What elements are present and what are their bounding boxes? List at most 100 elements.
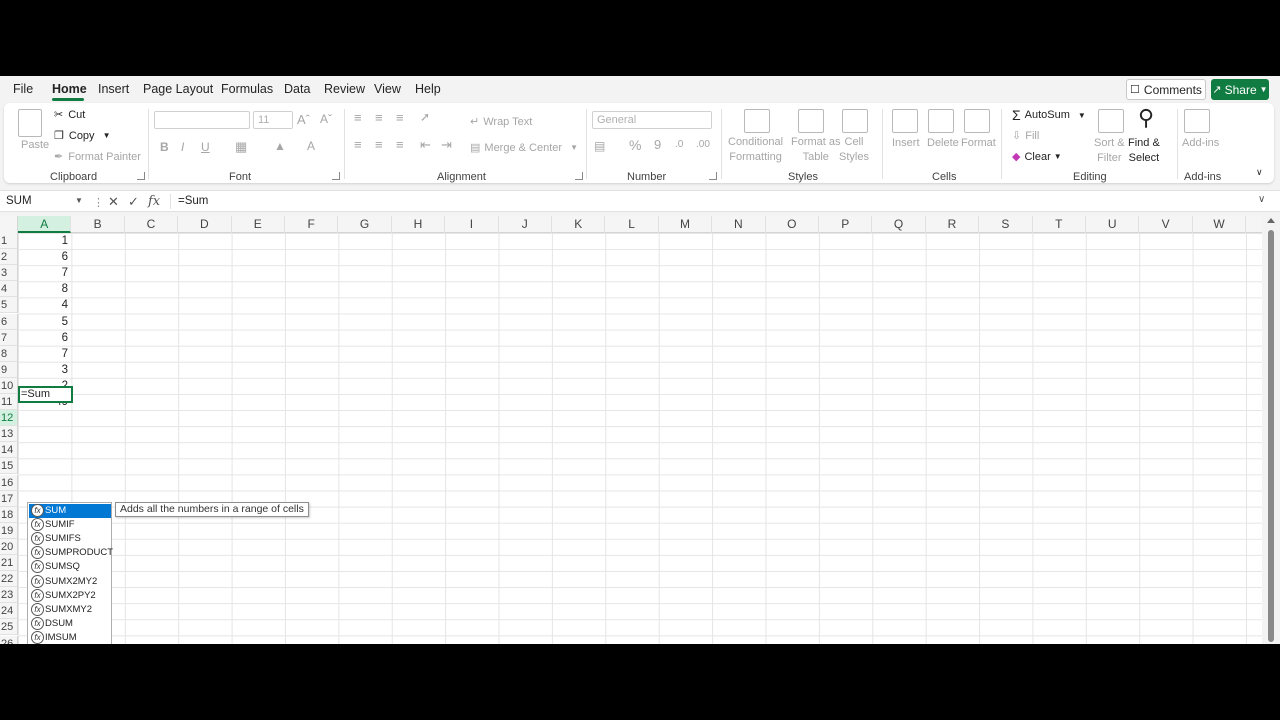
copy-button[interactable]: ❐ Copy ▼ <box>54 129 110 143</box>
decrease-font-icon[interactable]: Aˇ <box>320 112 332 126</box>
row-header-12[interactable]: 12 <box>0 410 18 427</box>
format-cells-button[interactable]: Format <box>961 137 996 149</box>
font-name-dropdown[interactable] <box>154 111 250 129</box>
align-right-icon[interactable]: ≡ <box>396 137 404 152</box>
row-header-14[interactable]: 14 <box>0 442 18 459</box>
cut-button[interactable]: ✂ Cut <box>54 108 85 122</box>
underline-button[interactable]: U <box>201 140 210 154</box>
autocomplete-item[interactable]: fx DSUM <box>29 616 111 631</box>
row-header-3[interactable]: 3 <box>0 265 18 282</box>
autocomplete-item[interactable]: fx SUMPRODUCT <box>29 546 113 560</box>
merge-center-button[interactable]: ▤ Merge & Center ▼ <box>470 141 578 155</box>
column-header-g[interactable]: G <box>338 216 392 233</box>
row-header-23[interactable]: 23 <box>0 587 18 604</box>
autocomplete-item[interactable]: fx SUMXMY2 <box>29 602 111 617</box>
column-header-o[interactable]: O <box>766 216 819 233</box>
formula-input[interactable]: =Sum <box>178 195 208 207</box>
conditional-formatting-button[interactable]: Conditional Formatting <box>728 136 783 163</box>
row-header-19[interactable]: 19 <box>0 522 18 539</box>
chevron-down-icon[interactable]: ▼ <box>75 196 83 205</box>
column-header-k[interactable]: K <box>552 216 606 233</box>
comments-button[interactable]: ☐ Comments <box>1126 79 1206 100</box>
column-header-r[interactable]: R <box>926 216 980 233</box>
autocomplete-item[interactable]: fx SUM <box>29 504 111 518</box>
wrap-text-button[interactable]: ↵ Wrap Text <box>470 115 532 129</box>
select-all-corner[interactable] <box>0 216 18 233</box>
autocomplete-item[interactable]: fx SUMX2PY2 <box>29 588 111 603</box>
row-header-22[interactable]: 22 <box>0 571 18 588</box>
row-header-16[interactable]: 16 <box>0 474 18 491</box>
row-header-17[interactable]: 17 <box>0 490 18 507</box>
find-select-button[interactable]: Find & Select <box>1128 137 1160 164</box>
borders-icon[interactable]: ▦ <box>235 139 247 155</box>
column-header-v[interactable]: V <box>1139 216 1193 233</box>
paste-button[interactable]: Paste <box>21 139 49 151</box>
clipboard-launcher-icon[interactable] <box>137 172 145 180</box>
row-header-15[interactable]: 15 <box>0 458 18 475</box>
percent-button[interactable]: % <box>629 137 641 153</box>
fill-button[interactable]: ⇩ Fill <box>1012 129 1039 143</box>
italic-button[interactable]: I <box>181 140 184 154</box>
autocomplete-item[interactable]: fx IMSUM <box>29 630 111 644</box>
clear-button[interactable]: ◆ Clear ▼ <box>1012 150 1062 164</box>
column-header-h[interactable]: H <box>392 216 446 233</box>
decrease-decimal-icon[interactable]: .00 <box>696 139 710 150</box>
row-header-24[interactable]: 24 <box>0 603 18 620</box>
column-header-j[interactable]: J <box>499 216 552 233</box>
cell-styles-button[interactable]: Cell Styles <box>839 136 869 163</box>
column-header-n[interactable]: N <box>712 216 766 233</box>
tab-insert[interactable]: Insert <box>98 82 129 96</box>
cell-a3[interactable]: 7 <box>18 265 71 281</box>
number-format-dropdown[interactable]: General <box>592 111 712 129</box>
cell-a9[interactable]: 3 <box>18 362 71 378</box>
expand-formula-bar-icon[interactable]: ∨ <box>1258 194 1265 205</box>
insert-cells-button[interactable]: Insert <box>892 137 920 149</box>
row-header-25[interactable]: 25 <box>0 619 18 636</box>
cell-a1[interactable]: 1 <box>18 233 71 249</box>
row-header-4[interactable]: 4 <box>0 281 18 298</box>
column-header-c[interactable]: C <box>125 216 179 233</box>
column-header-l[interactable]: L <box>605 216 659 233</box>
tab-formulas[interactable]: Formulas <box>221 82 273 96</box>
insert-function-icon[interactable]: fx <box>148 194 160 209</box>
cell-a2[interactable]: 6 <box>18 249 71 265</box>
autocomplete-item[interactable]: fx SUMSQ <box>29 560 111 574</box>
column-header-d[interactable]: D <box>178 216 232 233</box>
tab-review[interactable]: Review <box>324 82 365 96</box>
bold-button[interactable]: B <box>160 140 169 154</box>
column-header-b[interactable]: B <box>71 216 125 233</box>
row-header-11[interactable]: 11 <box>0 394 18 410</box>
column-header-p[interactable]: P <box>819 216 873 233</box>
sort-filter-button[interactable]: Sort & Filter <box>1094 137 1125 164</box>
column-header-e[interactable]: E <box>232 216 285 233</box>
tab-page-layout[interactable]: Page Layout <box>143 82 213 96</box>
cell-a6[interactable]: 5 <box>18 314 71 330</box>
cell-a4[interactable]: 8 <box>18 281 71 297</box>
column-header-w[interactable]: W <box>1193 216 1247 233</box>
cell-a5[interactable]: 4 <box>18 297 71 313</box>
vertical-scrollbar[interactable] <box>1264 216 1280 644</box>
tab-home[interactable]: Home <box>52 82 87 96</box>
increase-indent-icon[interactable]: ⇥ <box>441 137 452 153</box>
format-painter-button[interactable]: ✒ Format Painter <box>54 150 141 164</box>
addins-button[interactable]: Add-ins <box>1182 137 1219 149</box>
autocomplete-item[interactable]: fx SUMIFS <box>29 532 111 546</box>
row-header-9[interactable]: 9 <box>0 361 18 378</box>
row-header-7[interactable]: 7 <box>0 329 18 346</box>
autosum-button[interactable]: Σ AutoSum ▼ <box>1012 107 1086 123</box>
column-header-q[interactable]: Q <box>872 216 926 233</box>
comma-button[interactable]: 9 <box>654 137 661 152</box>
row-header-2[interactable]: 2 <box>0 249 18 266</box>
currency-icon[interactable]: ▤ <box>594 139 605 153</box>
delete-cells-button[interactable]: Delete <box>927 137 959 149</box>
row-header-18[interactable]: 18 <box>0 506 18 523</box>
row-header-20[interactable]: 20 <box>0 538 18 555</box>
enter-icon[interactable]: ✓ <box>128 194 139 210</box>
scroll-up-icon[interactable] <box>1267 218 1275 223</box>
orientation-icon[interactable]: ➚ <box>420 110 430 124</box>
row-header-5[interactable]: 5 <box>0 297 18 314</box>
cell-a8[interactable]: 7 <box>18 346 71 362</box>
active-cell-a12[interactable]: =Sum <box>18 386 73 403</box>
row-header-26[interactable]: 26 <box>0 635 18 644</box>
column-header-u[interactable]: U <box>1086 216 1140 233</box>
